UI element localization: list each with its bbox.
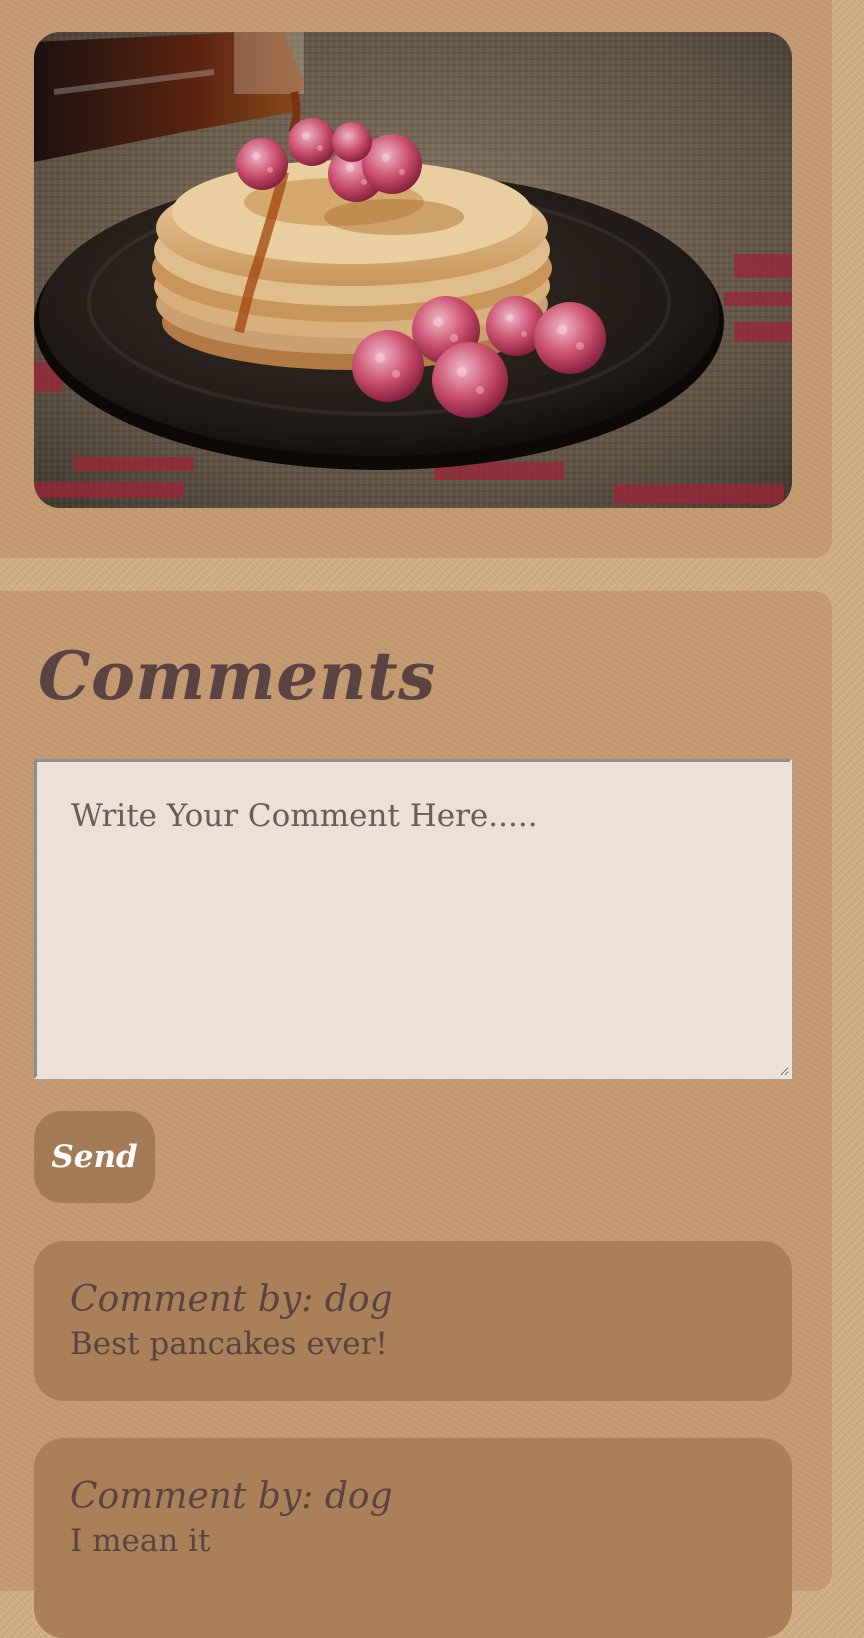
- comments-card: Comments Send Comment by: dog Best panca…: [0, 591, 832, 1638]
- comment-card: Comment by: dog I mean it: [34, 1438, 792, 1638]
- recipe-photo-card: [0, 0, 832, 558]
- pancake-photo-image: [34, 32, 792, 508]
- comment-card: Comment by: dog Best pancakes ever!: [34, 1241, 792, 1401]
- comment-textarea[interactable]: [34, 759, 792, 1079]
- send-button[interactable]: Send: [34, 1111, 155, 1203]
- pancake-photo: [34, 32, 792, 508]
- comment-author: Comment by: dog: [70, 1476, 393, 1517]
- comment-author: Comment by: dog: [70, 1279, 393, 1320]
- comment-text: Best pancakes ever!: [70, 1326, 388, 1362]
- comment-text: I mean it: [70, 1523, 211, 1559]
- comments-heading: Comments: [38, 637, 436, 715]
